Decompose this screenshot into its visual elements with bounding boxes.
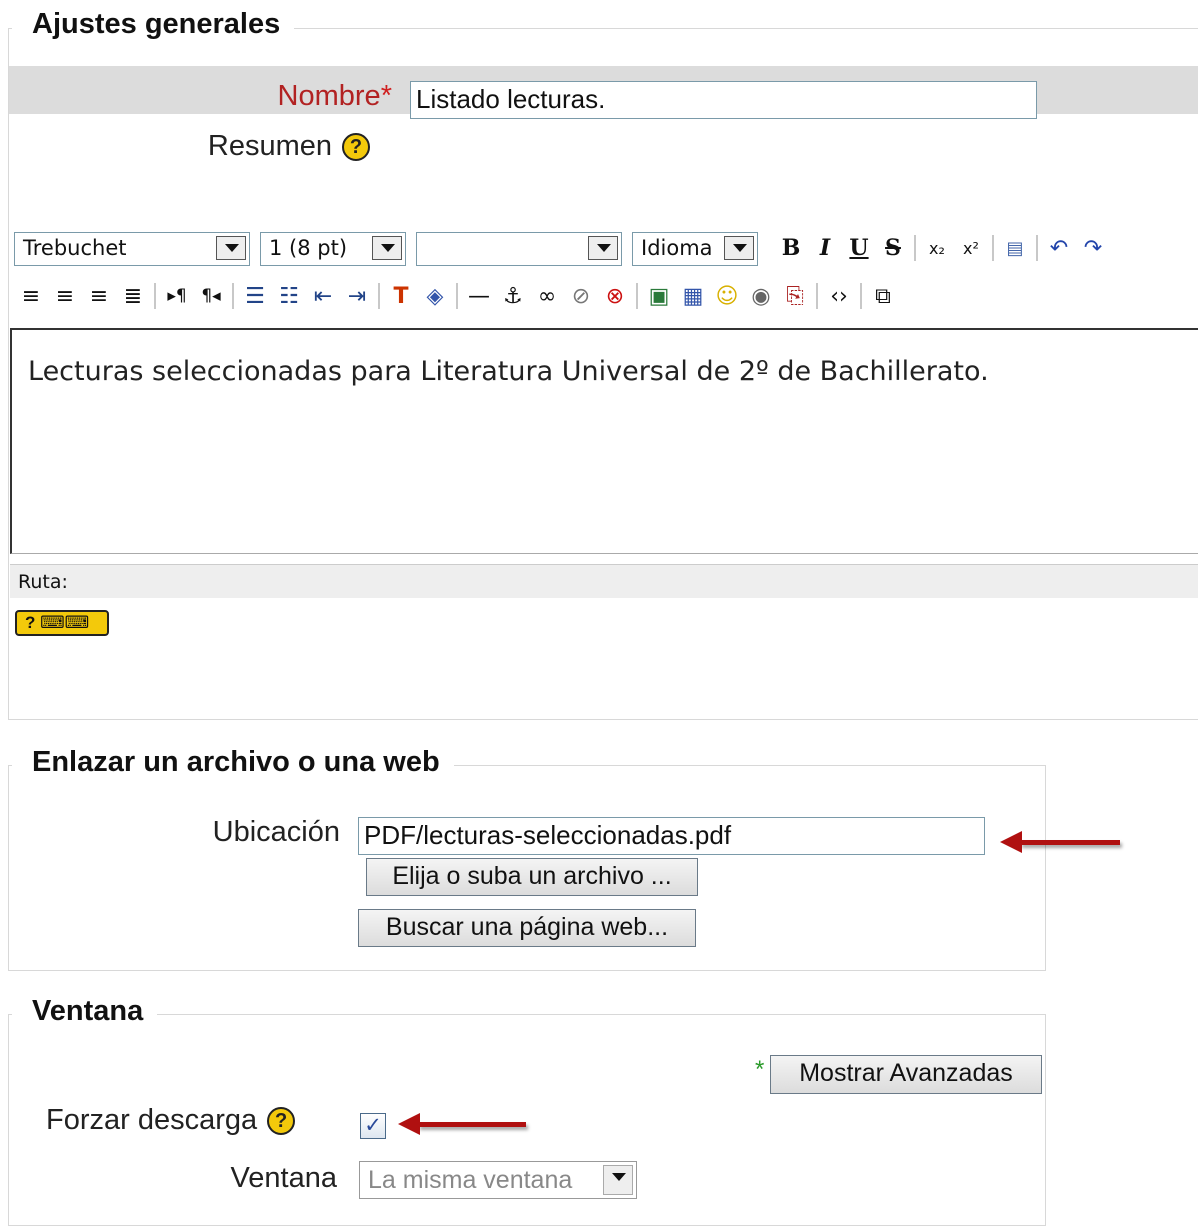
link-legend: Enlazar un archivo o una web [12,746,454,779]
paste-word-icon[interactable]: ▤ [998,238,1032,259]
font-family-value: Trebuchet [23,236,127,260]
editor-path-label: Ruta: [18,571,68,593]
advanced-mark: * [755,1056,765,1083]
toolbar-separator [232,283,234,309]
fullscreen-icon[interactable]: ⧉ [866,284,900,309]
chevron-down-icon[interactable] [603,1165,633,1195]
insert-table-icon[interactable]: ▦ [676,284,710,309]
link-icon[interactable]: ∞ [530,284,564,309]
window-value: La misma ventana [368,1166,573,1194]
general-legend: Ajustes generales [12,8,295,41]
insert-image-icon[interactable]: ▣ [642,284,676,309]
horizontal-rule-icon[interactable]: — [462,284,496,309]
editor-content[interactable]: Lecturas seleccionadas para Literatura U… [10,328,1198,554]
font-size-select[interactable]: 1 (8 pt) [260,232,406,266]
align-left-icon[interactable]: ≡ [14,284,48,309]
toolbar-separator [816,283,818,309]
search-web-button[interactable]: Buscar una página web... [358,909,696,947]
toolbar-separator [914,235,916,261]
required-mark: * [380,80,392,112]
ltr-icon[interactable]: ▸¶ [160,286,194,306]
search-replace-icon[interactable]: ⎘ [778,284,812,309]
editor-path-bar: Ruta: [10,564,1198,598]
toolbar-separator [860,283,862,309]
location-input[interactable]: PDF/lecturas-seleccionadas.pdf [358,817,985,855]
location-label: Ubicación [212,816,340,848]
summary-label: Resumen? [150,130,370,163]
editor-text: Lecturas seleccionadas para Literatura U… [28,356,989,387]
redo-icon[interactable]: ↷ [1076,236,1110,261]
name-label-text: Nombre [277,80,381,112]
chevron-down-icon[interactable] [724,236,754,260]
name-label: Nombre* [200,80,392,113]
toolbar-separator [378,283,380,309]
toolbar-separator [456,283,458,309]
unlink-icon[interactable]: ⊘ [564,284,598,309]
format-select[interactable] [416,232,622,266]
chevron-down-icon[interactable] [372,236,402,260]
window-select[interactable]: La misma ventana [359,1161,637,1199]
underline-icon[interactable]: U [842,235,876,261]
arrow-icon [398,1113,526,1135]
help-icon[interactable]: ? [267,1107,296,1136]
summary-label-text: Resumen [207,130,332,162]
ordered-list-icon[interactable]: ☰ [238,284,272,309]
undo-icon[interactable]: ↶ [1042,236,1076,261]
language-value: Idioma [641,236,713,260]
force-download-checkbox[interactable]: ✓ [360,1113,386,1139]
strikethrough-icon[interactable]: S [876,235,910,261]
background-color-icon[interactable]: ◈ [418,284,452,309]
toolbar-separator [992,235,994,261]
align-center-icon[interactable]: ≡ [48,284,82,309]
unordered-list-icon[interactable]: ☷ [272,284,306,309]
toolbar-separator [636,283,638,309]
force-download-label-text: Forzar descarga [46,1104,258,1136]
rtl-icon[interactable]: ¶◂ [194,286,228,306]
subscript-icon[interactable]: x₂ [920,239,954,258]
bold-icon[interactable]: B [774,235,808,261]
force-download-label: Forzar descarga? [20,1104,325,1137]
keyboard-help-icon[interactable]: ? ⌨⌨ [15,610,109,636]
insert-media-icon[interactable]: ◉ [744,284,778,309]
toolbar-row-2: ≡ ≡ ≡ ≣ ▸¶ ¶◂ ☰ ☷ ⇤ ⇥ T ◈ — ⚓ ∞ ⊘ ⊗ ▣ ▦ … [14,278,900,314]
toolbar-row-1: B I U S x₂ x² ▤ ↶ ↷ [774,230,1110,266]
italic-icon[interactable]: I [808,235,842,261]
align-right-icon[interactable]: ≡ [82,284,116,309]
arrow-icon [1000,831,1120,853]
smiley-icon[interactable]: ☺ [710,284,744,309]
nolink-icon[interactable]: ⊗ [598,284,632,309]
chevron-down-icon[interactable] [588,236,618,260]
justify-icon[interactable]: ≣ [116,284,150,309]
show-advanced-button[interactable]: Mostrar Avanzadas [770,1055,1042,1094]
font-family-select[interactable]: Trebuchet [14,232,250,266]
text-color-icon[interactable]: T [384,284,418,309]
outdent-icon[interactable]: ⇤ [306,284,340,309]
toolbar-separator [154,283,156,309]
language-select[interactable]: Idioma [632,232,758,266]
anchor-icon[interactable]: ⚓ [496,284,530,309]
toolbar-separator [1036,235,1038,261]
window-label: Ventana [230,1162,337,1194]
name-input[interactable]: Listado lecturas. [410,81,1037,119]
font-size-value: 1 (8 pt) [269,236,348,260]
indent-icon[interactable]: ⇥ [340,284,374,309]
superscript-icon[interactable]: x² [954,239,988,258]
html-source-icon[interactable]: ‹› [822,284,856,309]
chevron-down-icon[interactable] [216,236,246,260]
help-icon[interactable]: ? [342,133,370,162]
choose-file-button[interactable]: Elija o suba un archivo ... [366,858,698,896]
window-legend: Ventana [12,995,158,1028]
